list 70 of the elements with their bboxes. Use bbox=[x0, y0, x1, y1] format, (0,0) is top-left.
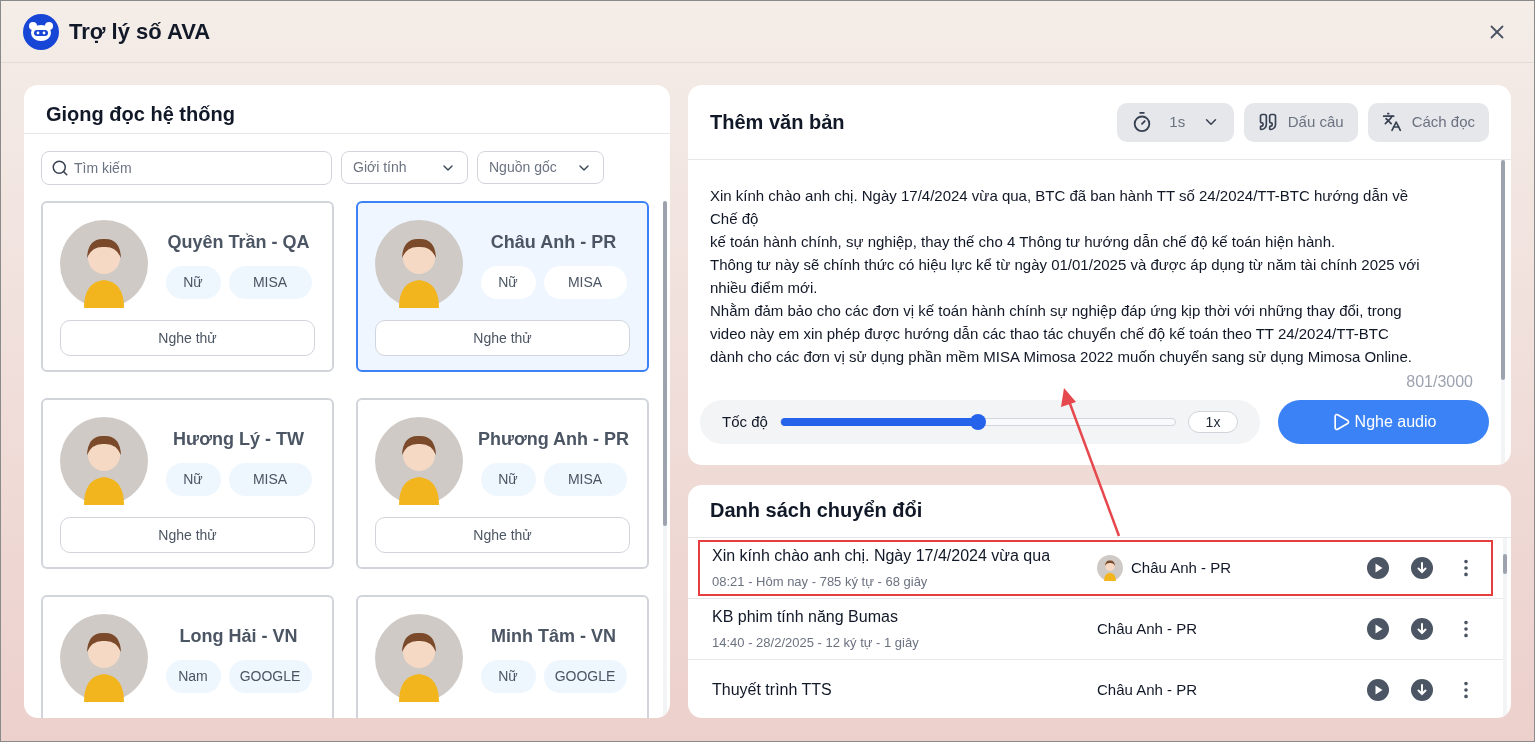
preview-button[interactable]: Nghe thử bbox=[375, 517, 630, 553]
preview-button[interactable]: Nghe thử bbox=[375, 320, 630, 356]
voice-tag: Nữ bbox=[480, 266, 536, 299]
conversion-row[interactable]: KB phim tính năng Bumas 14:40 - 28/2/2025 - 12 ký tự - 1 giây Châu Anh - PR bbox=[698, 601, 1493, 657]
preview-button[interactable]: Nghe thử bbox=[60, 517, 315, 553]
panel-title: Danh sách chuyển đổi bbox=[710, 498, 923, 523]
translate-icon bbox=[1381, 112, 1402, 132]
search-field[interactable]: Tìm kiếm bbox=[41, 151, 332, 185]
robot-logo-icon bbox=[23, 13, 59, 50]
text-input-area[interactable]: Xin kính chào anh chị. Ngày 17/4/2024 vừa qua, BTC đã ban hành TT số 24/2024/TT-BTC hướng dẫn về Chế độ kế toán hành chính, sự nghiệp, thay thế cho 4 Thông tư hướng dẫn chế độ kế toán hiện hành. Thông tư này sẽ chính thức có hiệu lực kể từ ngày 01/01/2025 và được áp dụng từ năm tài chính 2025 với nhiều điểm mới. Nhằm đảm bảo cho các đơn vị kế toán hành chính sự nghiệp đáp ứng kịp thời với những thay đổi, trong video này em xin phép được hướng dẫn các thao tác chuyển chế độ kế toán theo TT 24/2024/TT-BTC dành cho các đơn vị sử dụng phần mềm MISA Mimosa 2022 muốn chuyển sang sử dụng Mimosa Online. bbox=[710, 184, 1479, 368]
voice-name: Minh Tâm - VN bbox=[491, 625, 616, 648]
quote-icon bbox=[1257, 112, 1278, 132]
filter-dropdown[interactable]: Nguồn gốc bbox=[477, 151, 604, 184]
voice-tag: MISA bbox=[543, 463, 627, 496]
panel-title: Giọng đọc hệ thống bbox=[46, 102, 235, 127]
punctuation-button[interactable]: Dấu câu bbox=[1243, 102, 1358, 142]
voice-card[interactable]: Minh Tâm - VN Nữ GOOGLE bbox=[356, 595, 649, 718]
voice-name: Quyên Trần - QA bbox=[167, 231, 310, 254]
conversion-row[interactable]: Xin kính chào anh chị. Ngày 17/4/2024 vừa qua 08:21 - Hôm nay - 785 ký tự - 68 giây Châu Anh - PR bbox=[698, 540, 1493, 596]
pronunciation-button[interactable]: Cách đọc bbox=[1367, 102, 1489, 142]
speed-slider[interactable] bbox=[779, 414, 1176, 430]
voice-tag: MISA bbox=[228, 463, 312, 496]
voice-tag: Nữ bbox=[480, 463, 536, 496]
voice-tag: MISA bbox=[543, 266, 627, 299]
voice-name: Châu Anh - PR bbox=[1097, 679, 1198, 700]
play-icon[interactable] bbox=[1367, 679, 1389, 701]
voice-card[interactable]: Long Hải - VN Nam GOOGLE bbox=[41, 595, 334, 718]
download-icon[interactable] bbox=[1411, 679, 1433, 701]
scrollbar-thumb[interactable] bbox=[663, 201, 667, 526]
play-audio-button[interactable]: Nghe audio bbox=[1278, 400, 1489, 444]
voice-tag: GOOGLE bbox=[543, 660, 627, 693]
voice-name: Long Hải - VN bbox=[179, 625, 298, 648]
scrollbar-thumb[interactable] bbox=[1503, 554, 1507, 574]
play-icon[interactable] bbox=[1367, 557, 1389, 579]
voice-tag: Nam bbox=[165, 660, 221, 693]
voice-tag: GOOGLE bbox=[228, 660, 312, 693]
voice-name: Châu Anh - PR bbox=[490, 231, 617, 254]
download-icon[interactable] bbox=[1411, 618, 1433, 640]
preview-button[interactable]: Nghe thử bbox=[60, 320, 315, 356]
conversion-row[interactable]: Thuyết trình TTS Châu Anh - PR bbox=[698, 662, 1493, 718]
slider-thumb[interactable] bbox=[969, 414, 986, 430]
search-icon bbox=[51, 159, 69, 177]
speed-value: 1x bbox=[1188, 411, 1238, 433]
voice-name: Châu Anh - PR bbox=[1097, 618, 1198, 639]
filter-dropdown[interactable]: Giới tính bbox=[341, 151, 468, 184]
character-counter: 801/3000 bbox=[1406, 372, 1473, 392]
voice-card[interactable]: Phương Anh - PR Nữ MISA Nghe thử bbox=[356, 398, 649, 569]
voice-card[interactable]: Châu Anh - PR Nữ MISA Nghe thử bbox=[356, 201, 649, 372]
voice-name: Châu Anh - PR bbox=[1131, 557, 1232, 578]
conversion-meta: 08:21 - Hôm nay - 785 ký tự - 68 giây bbox=[712, 573, 929, 592]
conversion-title: Thuyết trình TTS bbox=[712, 680, 833, 700]
avatar-illustration bbox=[1097, 555, 1123, 581]
scrollbar-thumb[interactable] bbox=[1501, 160, 1505, 380]
conversion-title: Xin kính chào anh chị. Ngày 17/4/2024 vừa qua bbox=[712, 546, 1052, 567]
conversion-title: KB phim tính năng Bumas bbox=[712, 607, 899, 628]
voice-card[interactable]: Quyên Trần - QA Nữ MISA Nghe thử bbox=[41, 201, 334, 372]
download-icon[interactable] bbox=[1411, 557, 1433, 579]
speed-label: Tốc độ bbox=[722, 411, 768, 432]
window-title: Trợ lý số AVA bbox=[69, 18, 211, 46]
play-icon[interactable] bbox=[1367, 618, 1389, 640]
voice-tag: Nữ bbox=[165, 266, 221, 299]
voice-name: Hương Lý - TW bbox=[173, 428, 304, 451]
voice-name: Phương Anh - PR bbox=[477, 428, 630, 451]
voice-card[interactable]: Hương Lý - TW Nữ MISA Nghe thử bbox=[41, 398, 334, 569]
panel-title: Thêm văn bản bbox=[710, 110, 845, 135]
voice-tag: Nữ bbox=[480, 660, 536, 693]
conversion-meta: 14:40 - 28/2/2025 - 12 ký tự - 1 giây bbox=[712, 634, 920, 653]
voice-tag: Nữ bbox=[165, 463, 221, 496]
voice-tag: MISA bbox=[228, 266, 312, 299]
pause-button[interactable]: 1s bbox=[1116, 102, 1234, 142]
